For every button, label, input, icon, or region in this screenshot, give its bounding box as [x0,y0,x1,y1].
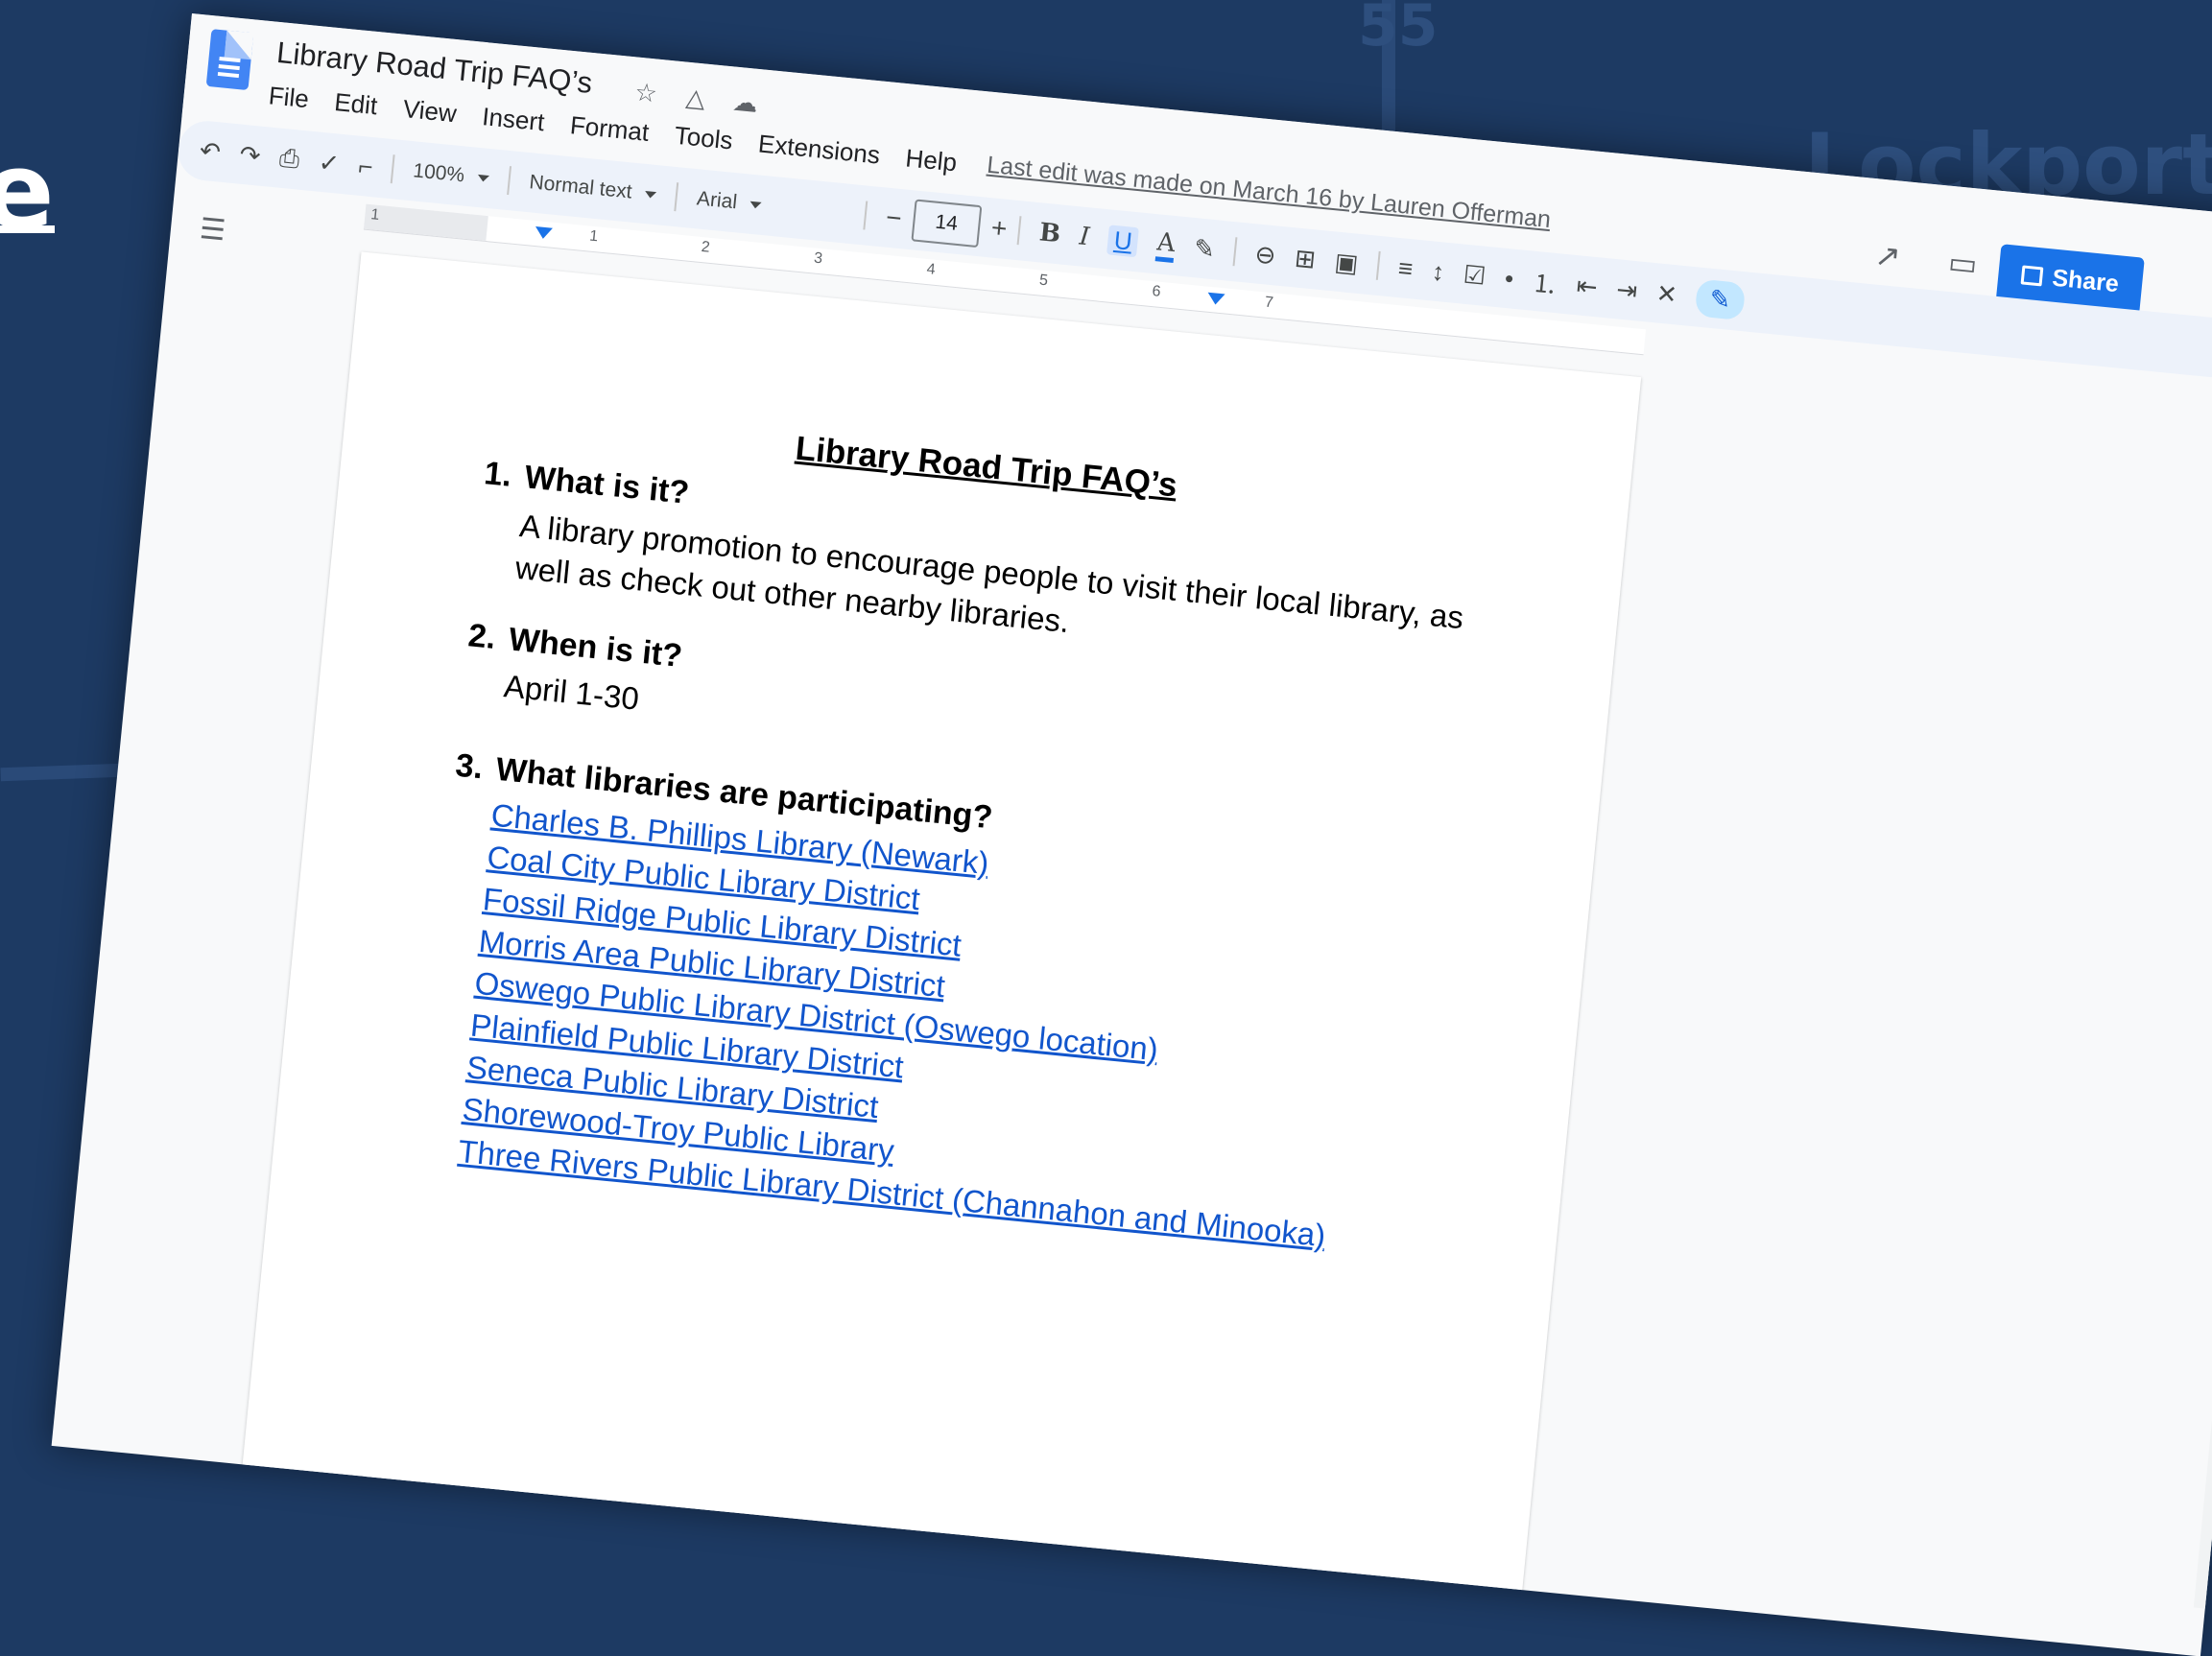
question-text: What is it? [523,459,691,511]
underline-button[interactable]: U [1106,224,1140,257]
decrease-font-size-button[interactable]: − [885,202,903,234]
increase-indent-icon[interactable]: ⇥ [1615,274,1639,306]
ruler-number: 7 [1264,294,1274,312]
divider [391,154,396,184]
clear-formatting-icon[interactable]: ✕ [1655,278,1679,310]
activity-trend-icon[interactable]: ↗ [1873,236,1902,274]
divider [1232,237,1238,267]
document-page[interactable]: Library Road Trip FAQ’s 1. What is it? A… [229,251,1642,1656]
menu-extensions[interactable]: Extensions [757,129,882,170]
question-number: 2. [466,617,498,656]
spellcheck-icon[interactable]: ✓ [317,147,342,178]
ruler-number: 3 [813,249,823,268]
redo-icon[interactable]: ↷ [238,139,262,171]
divider [507,166,512,196]
divider [674,182,679,212]
bold-button[interactable]: B [1038,218,1062,248]
ruler-number: 1 [588,227,600,246]
insert-link-icon[interactable]: ⊖ [1253,239,1277,271]
insert-image-icon[interactable]: ▣ [1333,247,1359,278]
editing-mode-pencil-icon[interactable]: ✎ [1694,277,1747,320]
ruler-number: 4 [925,261,937,278]
question-1: 1. What is it? [483,455,691,512]
cloud-saved-icon[interactable]: ☁ [730,87,760,118]
menu-help[interactable]: Help [904,143,958,177]
ruler-margin [363,203,488,242]
share-label: Share [2051,264,2121,297]
docs-logo-icon[interactable] [205,29,254,91]
checklist-icon[interactable]: ☑ [1462,259,1487,291]
italic-button[interactable]: I [1078,222,1090,251]
divider [1375,250,1381,280]
paint-format-icon[interactable]: ⌐ [357,151,374,181]
bulleted-list-icon[interactable]: • [1504,263,1515,294]
print-icon[interactable]: ⎙ [278,143,301,176]
menu-file[interactable]: File [268,81,311,114]
scrollbar[interactable] [2193,556,2212,1610]
indent-marker[interactable] [534,225,553,240]
ruler-number: 6 [1151,283,1162,300]
zoom-select[interactable]: 100% [412,159,490,190]
move-to-drive-icon[interactable]: △ [681,83,711,113]
divider [863,201,868,230]
right-indent-marker[interactable] [1206,292,1225,306]
increase-font-size-button[interactable]: + [989,212,1009,244]
text-color-button[interactable]: A [1154,226,1177,263]
map-highway-shield: 55 [1358,0,1439,59]
style-select[interactable]: Normal text [528,171,657,206]
add-comment-icon[interactable]: ⊞ [1294,243,1318,274]
font-select[interactable]: Arial [696,187,840,224]
question-number: 1. [482,455,513,494]
menu-edit[interactable]: Edit [333,87,379,121]
divider [1016,216,1022,246]
ruler-number: 2 [700,238,711,256]
decrease-indent-icon[interactable]: ⇤ [1575,271,1599,302]
star-icon[interactable]: ☆ [631,78,661,108]
docs-window: Library Road Trip FAQ’s ☆ △ ☁ File Edit … [51,13,2212,1656]
menu-format[interactable]: Format [569,110,651,148]
highlight-pen-icon[interactable]: ✎ [1193,233,1217,265]
align-icon[interactable]: ≡ [1397,253,1415,284]
line-spacing-icon[interactable]: ↕ [1431,256,1446,287]
numbered-list-icon[interactable]: ⒈ [1531,263,1559,300]
comments-icon[interactable]: ▭ [1946,244,1980,283]
question-number: 3. [453,746,485,787]
title-icons: ☆ △ ☁ [631,78,760,118]
menu-insert[interactable]: Insert [481,102,546,137]
menu-tools[interactable]: Tools [673,121,734,156]
lock-icon [2020,265,2044,287]
header-actions: ↗ ▭ [1873,236,1979,282]
ruler-number: 1 [369,206,381,225]
font-size-input[interactable]: 14 [911,199,983,248]
question-2: 2. When is it? [466,617,683,675]
undo-icon[interactable]: ↶ [199,135,223,167]
slide-title-fragment: e [0,130,55,252]
ruler-number: 5 [1038,272,1049,290]
menu-view[interactable]: View [402,94,459,129]
document-outline-icon[interactable]: ☰ [199,212,230,247]
